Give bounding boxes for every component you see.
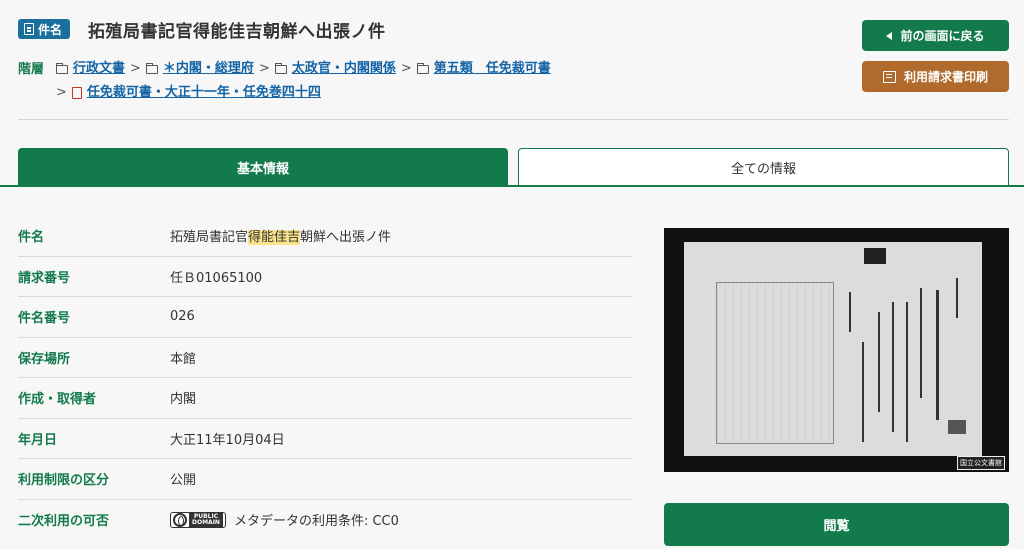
title-part: 朝鮮へ出張ノ件 [300,230,392,246]
metadata-row: 利用制限の区分 公開 [18,459,633,500]
field-label: 利用制限の区分 [18,473,110,489]
handwriting-stroke [936,290,939,420]
document-icon [24,23,34,35]
field-label: 件名番号 [18,311,71,327]
book-icon [71,87,82,99]
back-button[interactable]: 前の画面に戻る [862,20,1009,51]
breadcrumb-separator: > [56,85,67,100]
divider [18,119,1009,120]
tab-all-info[interactable]: 全ての情報 [518,148,1009,186]
archive-stamp: 国立公文書館 [957,456,1005,470]
page-header: 件名 拓殖局書記官得能佳吉朝鮮へ出張ノ件 階層 行政文書 > ＊内閣・総理府 >… [0,0,1024,120]
breadcrumb-label: 階層 [18,62,45,77]
handwriting-stroke [878,312,880,412]
title-part: 拓殖局書記官 [170,230,249,246]
field-label: 保存場所 [18,351,71,367]
public-domain-icon[interactable]: PUBLIC DOMAIN [170,511,226,528]
folder-icon [416,62,429,74]
field-label: 年月日 [18,432,58,448]
breadcrumb: 行政文書 > ＊内閣・総理府 > 太政官・内閣関係 > 第五類 任免裁可書 > … [56,57,616,105]
handwriting-stroke [956,278,958,318]
field-value: PUBLIC DOMAIN メタデータの利用条件: CC0 [170,510,399,529]
item-type-badge: 件名 [18,19,71,39]
metadata-row: 件名 拓殖局書記官得能佳吉朝鮮へ出張ノ件 [18,216,633,257]
print-form-icon [882,70,896,83]
handwriting-stroke [892,302,894,432]
breadcrumb-separator: > [400,61,412,76]
metadata-row: 作成・取得者 内閣 [18,378,633,419]
breadcrumb-row: 行政文書 > ＊内閣・総理府 > 太政官・内閣関係 > 第五類 任免裁可書 [56,57,616,81]
view-button[interactable]: 閲覧 [664,503,1009,546]
tab-underline [0,185,1024,187]
zero-icon [173,512,187,527]
cc-text: PUBLIC DOMAIN [189,512,223,527]
field-label: 作成・取得者 [18,392,97,408]
metadata-row: 年月日 大正11年10月04日 [18,419,633,459]
handwriting-stroke [849,292,851,332]
field-value: 公開 [170,473,197,489]
field-label: 請求番号 [18,270,71,286]
triangle-left-icon [886,31,893,40]
folder-icon [274,62,287,74]
field-value: 本館 [170,351,197,367]
document-page-image [684,242,982,456]
folder-icon [56,62,68,74]
ruled-grid [716,282,834,444]
highlighted-term: 得能佳吉 [248,230,301,246]
back-button-label: 前の画面に戻る [900,29,985,43]
breadcrumb-separator: > [130,61,141,76]
field-value: 内閣 [170,392,197,408]
breadcrumb-row: > 任免裁可書・大正十一年・任免巻四十四 [56,81,616,105]
breadcrumb-link[interactable]: 第五類 任免裁可書 [434,57,551,81]
seal-mark [948,420,966,434]
field-label: 件名 [18,230,45,246]
field-value: 大正11年10月04日 [170,432,285,448]
handwriting-stroke [862,342,864,442]
breadcrumb-link[interactable]: ＊内閣・総理府 [163,57,254,81]
ink-mark [864,248,886,264]
breadcrumb-link[interactable]: 行政文書 [73,57,125,81]
field-value: 任Ｂ01065100 [170,270,263,286]
badge-label: 件名 [38,22,63,37]
reuse-text: メタデータの利用条件: CC0 [233,514,399,530]
handwriting-stroke [920,288,922,398]
breadcrumb-link[interactable]: 任免裁可書・大正十一年・任免巻四十四 [87,81,321,105]
metadata-row: 件名番号 026 [18,297,633,338]
metadata-row: 保存場所 本館 [18,338,633,378]
metadata-table: 件名 拓殖局書記官得能佳吉朝鮮へ出張ノ件 請求番号 任Ｂ01065100 件名番… [18,216,633,540]
document-thumbnail[interactable]: 国立公文書館 [664,228,1009,472]
print-button-label: 利用請求書印刷 [903,70,988,84]
print-request-button[interactable]: 利用請求書印刷 [862,61,1009,92]
folder-icon [145,62,158,74]
cc-line: DOMAIN [192,518,220,526]
field-label: 二次利用の可否 [18,514,110,530]
handwriting-stroke [906,302,908,442]
metadata-row: 二次利用の可否 PUBLIC DOMAIN メタデータの利用条件: CC0 [18,500,633,541]
field-value: 026 [170,309,195,325]
breadcrumb-link[interactable]: 太政官・内閣関係 [292,57,396,81]
tab-basic-info[interactable]: 基本情報 [18,148,508,186]
page-title: 拓殖局書記官得能佳吉朝鮮へ出張ノ件 [88,22,386,42]
metadata-row: 請求番号 任Ｂ01065100 [18,257,633,297]
breadcrumb-separator: > [258,61,270,76]
field-value: 拓殖局書記官得能佳吉朝鮮へ出張ノ件 [170,226,392,246]
